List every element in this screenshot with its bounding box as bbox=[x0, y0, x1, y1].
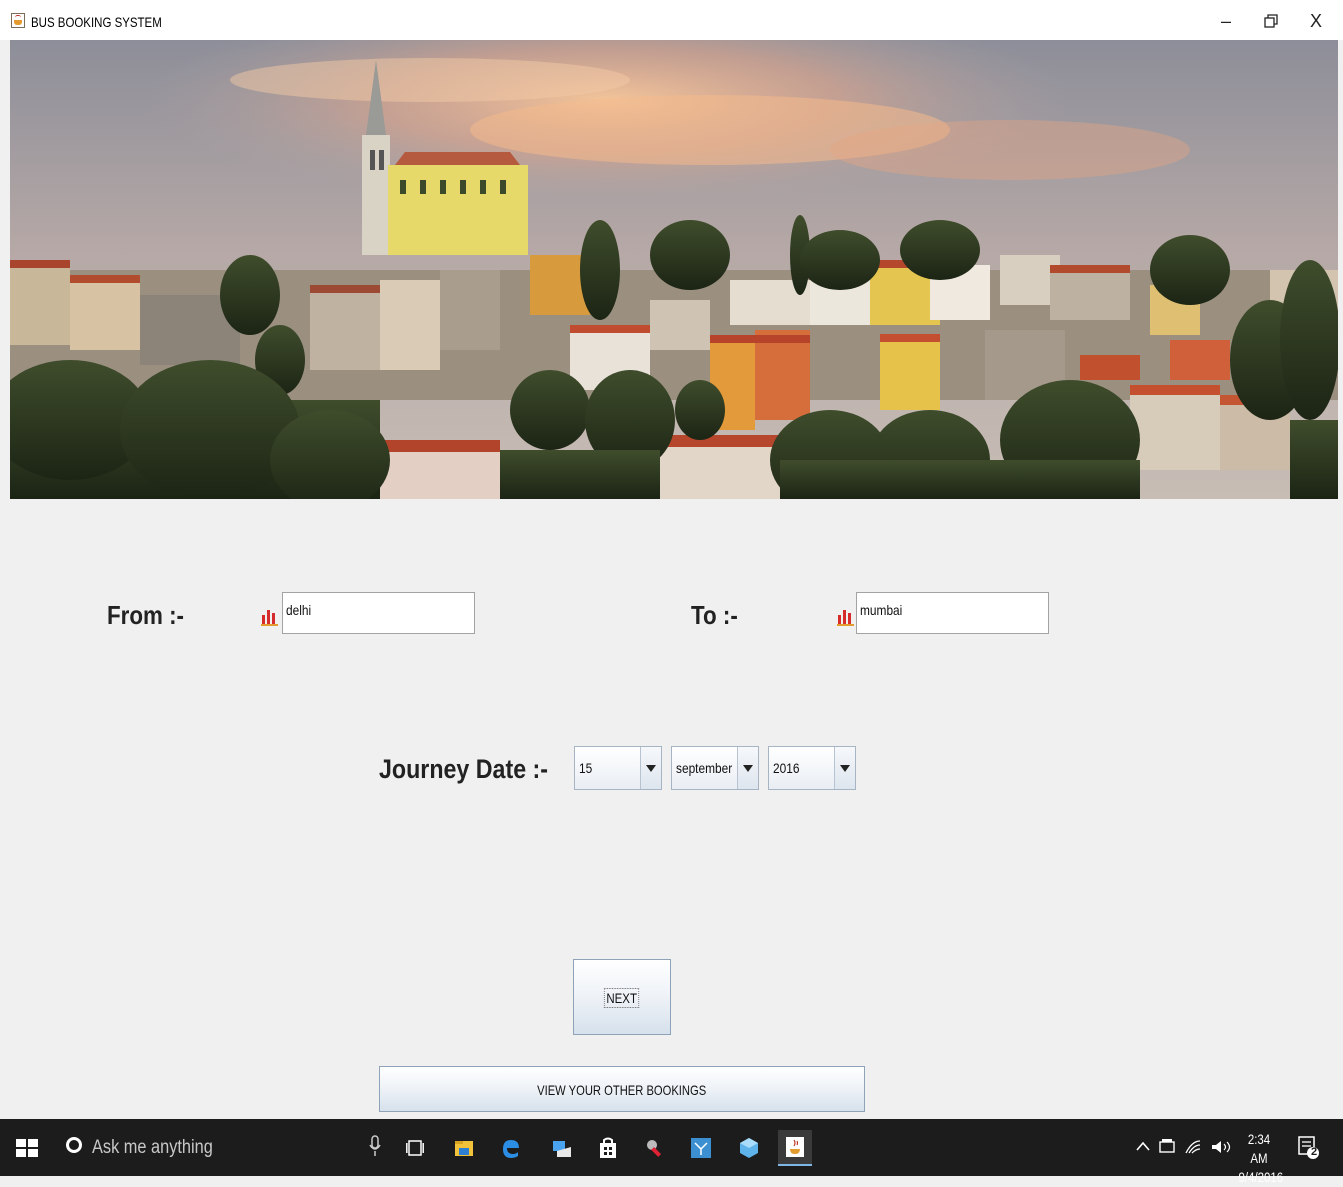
month-select[interactable]: september bbox=[671, 746, 759, 790]
notification-count: 2 bbox=[1310, 1146, 1318, 1158]
journey-date-label: Journey Date :- bbox=[379, 754, 549, 784]
year-select[interactable]: 2016 bbox=[768, 746, 856, 790]
from-input[interactable]: delhi bbox=[282, 592, 475, 634]
window-title-bar: BUS BOOKING SYSTEM – X bbox=[0, 0, 1343, 40]
java-app-taskbar-button[interactable] bbox=[778, 1130, 812, 1166]
clock[interactable]: 2:34 AM 9/4/2016 bbox=[1234, 1130, 1284, 1187]
dropdown-arrow-icon[interactable] bbox=[737, 747, 758, 789]
clock-date: 9/4/2016 bbox=[1238, 1169, 1284, 1185]
city-icon bbox=[261, 610, 278, 626]
action-center-icon[interactable]: 2 bbox=[1298, 1136, 1319, 1159]
windows-start-icon[interactable] bbox=[16, 1139, 38, 1157]
next-button[interactable]: NEXT bbox=[573, 959, 671, 1035]
file-explorer-icon[interactable] bbox=[447, 1130, 481, 1166]
day-select[interactable]: 15 bbox=[574, 746, 662, 790]
dropdown-arrow-icon[interactable] bbox=[834, 747, 855, 789]
store-icon[interactable] bbox=[591, 1130, 625, 1166]
from-label: From :- bbox=[107, 600, 185, 630]
month-select-value: september bbox=[676, 760, 733, 776]
task-view-icon[interactable] bbox=[398, 1130, 432, 1166]
search-placeholder: Ask me anything bbox=[92, 1137, 213, 1158]
tool-icon[interactable] bbox=[638, 1130, 672, 1166]
restore-icon bbox=[1264, 14, 1278, 28]
windows-taskbar: Ask me anything 2:34 AM 9/4/2016 2 bbox=[0, 1119, 1343, 1185]
view-other-bookings-button[interactable]: VIEW YOUR OTHER BOOKINGS bbox=[379, 1066, 865, 1112]
year-select-value: 2016 bbox=[773, 760, 800, 776]
clock-time: 2:34 AM bbox=[1247, 1131, 1271, 1166]
city-icon bbox=[837, 610, 854, 626]
minimize-button[interactable]: – bbox=[1206, 8, 1246, 34]
cortana-search-box[interactable]: Ask me anything bbox=[56, 1119, 390, 1176]
window-title: BUS BOOKING SYSTEM bbox=[31, 14, 162, 30]
to-label: To :- bbox=[691, 600, 738, 630]
town-banner-image bbox=[10, 40, 1338, 499]
day-select-value: 15 bbox=[579, 760, 593, 776]
edge-icon[interactable] bbox=[494, 1130, 528, 1166]
java-app-icon bbox=[786, 1137, 804, 1157]
cortana-icon bbox=[66, 1137, 82, 1153]
to-input[interactable]: mumbai bbox=[856, 592, 1049, 634]
java-app-icon bbox=[11, 13, 25, 28]
view-other-bookings-label: VIEW YOUR OTHER BOOKINGS bbox=[537, 1082, 707, 1098]
close-button[interactable]: X bbox=[1296, 8, 1336, 34]
virtualbox-icon[interactable] bbox=[732, 1130, 766, 1166]
microphone-icon[interactable] bbox=[369, 1135, 381, 1157]
deploy-icon[interactable] bbox=[545, 1130, 579, 1166]
dropdown-arrow-icon[interactable] bbox=[640, 747, 661, 789]
network-icon[interactable] bbox=[684, 1130, 718, 1166]
next-button-label: NEXT bbox=[604, 988, 640, 1008]
restore-button[interactable] bbox=[1251, 8, 1291, 34]
